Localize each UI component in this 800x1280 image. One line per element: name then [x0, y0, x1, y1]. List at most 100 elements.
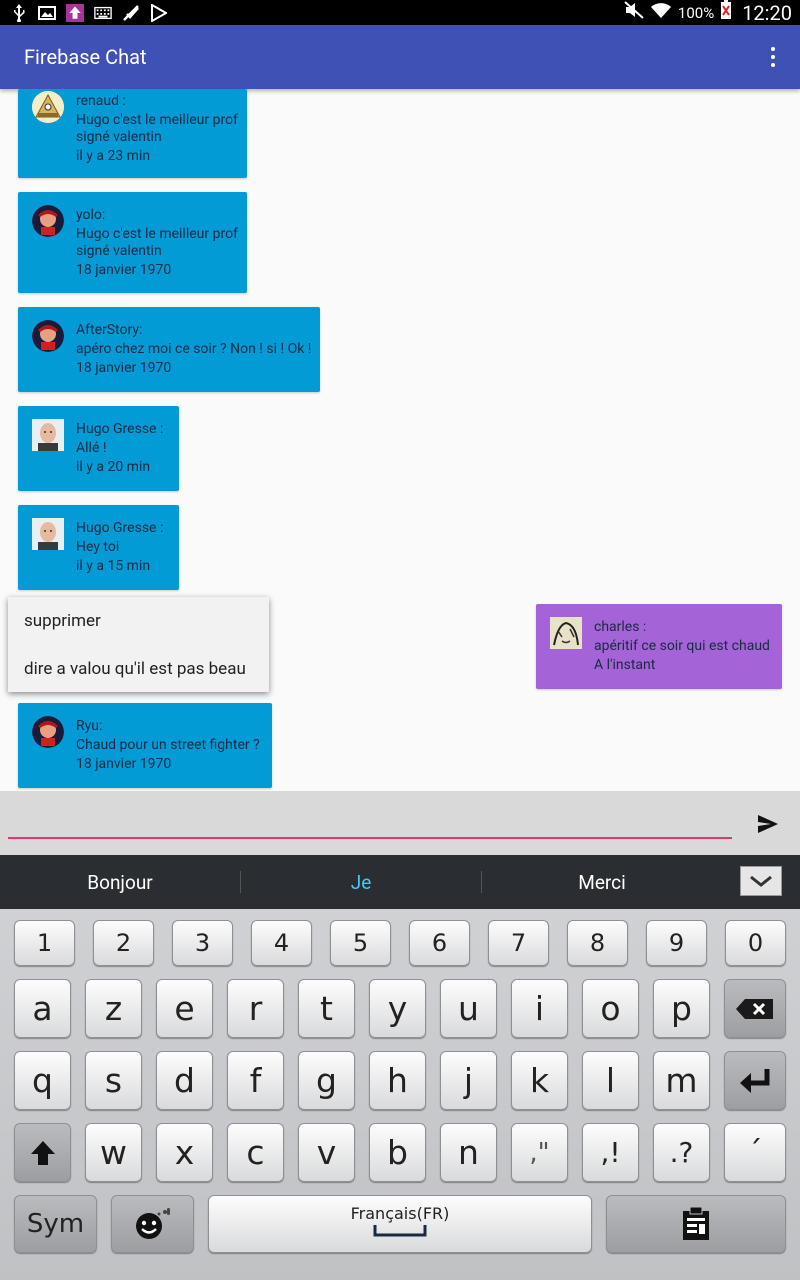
message-body: apéritif ce soir qui est chaud — [594, 638, 770, 654]
punct-key[interactable]: .? — [653, 1123, 710, 1182]
message-bubble-own[interactable]: charles : apéritif ce soir qui est chaud… — [536, 604, 782, 689]
key[interactable]: g — [298, 1051, 355, 1110]
key[interactable]: o — [582, 979, 639, 1038]
message-bubble[interactable]: Hugo Gresse : Hey toi il y a 15 min — [18, 505, 179, 590]
compose-bar — [0, 791, 800, 855]
message-body: apéro chez moi ce soir ? Non ! si ! Ok ! — [76, 341, 312, 357]
space-bar-icon — [373, 1224, 427, 1236]
avatar — [32, 320, 64, 352]
key[interactable]: 1 — [14, 920, 75, 966]
key[interactable]: l — [582, 1051, 639, 1110]
suggestion-2[interactable]: Je — [241, 871, 481, 894]
chevron-down-icon — [750, 875, 772, 887]
avatar — [32, 518, 64, 550]
message-body: Hugo c'est le meilleur prof — [76, 112, 238, 128]
key[interactable]: j — [440, 1051, 497, 1110]
key[interactable]: 6 — [409, 920, 470, 966]
key[interactable]: n — [440, 1123, 497, 1182]
smiley-icon — [135, 1208, 170, 1239]
message-bubble[interactable]: AfterStory: apéro chez moi ce soir ? Non… — [18, 307, 320, 392]
punct-key[interactable]: ," — [511, 1123, 568, 1182]
message-author: Hugo Gresse : — [76, 520, 164, 536]
message-body: Chaud pour un street fighter ? — [76, 737, 260, 753]
message-time: il y a 20 min — [76, 459, 151, 475]
message-bubble[interactable]: Ryu: Chaud pour un street fighter ? 18 j… — [18, 703, 272, 788]
key[interactable]: m — [653, 1051, 710, 1110]
message-bubble[interactable]: renaud : Hugo c'est le meilleur prof sig… — [18, 89, 247, 178]
accent-key[interactable]: ´ — [724, 1123, 786, 1182]
message-author: renaud : — [76, 93, 126, 109]
emoji-key[interactable] — [111, 1195, 194, 1253]
clipboard-key[interactable] — [606, 1195, 786, 1253]
key[interactable]: k — [511, 1051, 568, 1110]
message-bubble[interactable]: yolo: Hugo c'est le meilleur prof signé … — [18, 192, 247, 293]
key[interactable]: r — [227, 979, 284, 1038]
message-time: 18 janvier 1970 — [76, 360, 172, 376]
key[interactable]: b — [369, 1123, 426, 1182]
message-body: Hey toi — [76, 539, 120, 555]
sym-key[interactable]: Sym — [14, 1195, 97, 1253]
enter-key[interactable] — [724, 1051, 786, 1110]
context-menu: supprimer dire a valou qu'il est pas bea… — [8, 597, 269, 692]
keyboard: 1 2 3 4 5 6 7 8 9 0 a z e r t y u i o p … — [0, 909, 800, 1280]
message-input[interactable] — [8, 797, 732, 839]
menu-item-tell-valou[interactable]: dire a valou qu'il est pas beau — [24, 659, 246, 679]
key[interactable]: 4 — [251, 920, 312, 966]
enter-icon — [740, 1068, 770, 1093]
message-author: charles : — [594, 619, 647, 635]
key[interactable]: 2 — [93, 920, 154, 966]
send-icon[interactable] — [756, 812, 780, 836]
message-bubble[interactable]: Hugo Gresse : Allé ! il y a 20 min — [18, 406, 179, 491]
key[interactable]: 5 — [330, 920, 391, 966]
avatar — [32, 419, 64, 451]
key[interactable]: t — [298, 979, 355, 1038]
key[interactable]: c — [227, 1123, 284, 1182]
status-bar: 100% 12:20 — [0, 0, 800, 25]
message-body: Hugo c'est le meilleur prof — [76, 226, 238, 242]
battery-percent: 100% — [677, 3, 715, 22]
backspace-key[interactable] — [724, 979, 786, 1038]
app-bar: Firebase Chat — [0, 25, 800, 89]
message-author: Ryu: — [76, 718, 103, 734]
battery-icon — [720, 0, 732, 25]
punct-key[interactable]: ,! — [582, 1123, 639, 1182]
shift-arrow-icon — [30, 1140, 55, 1165]
key[interactable]: z — [85, 979, 142, 1038]
usb-icon — [10, 3, 28, 22]
space-key[interactable]: Français(FR) — [208, 1195, 592, 1253]
mute-icon — [624, 1, 644, 24]
avatar — [32, 91, 64, 123]
play-store-icon — [150, 3, 168, 22]
key[interactable]: w — [85, 1123, 142, 1182]
key[interactable]: q — [14, 1051, 71, 1110]
overflow-menu-icon[interactable] — [770, 47, 776, 67]
upload-app-icon — [66, 3, 84, 22]
key[interactable]: v — [298, 1123, 355, 1182]
key[interactable]: 9 — [646, 920, 707, 966]
message-body: signé valentin — [76, 129, 162, 145]
suggestion-1[interactable]: Bonjour — [0, 871, 240, 894]
message-time: il y a 23 min — [76, 148, 151, 164]
menu-item-delete[interactable]: supprimer — [24, 611, 101, 631]
message-body: signé valentin — [76, 243, 162, 259]
shift-key[interactable] — [14, 1123, 71, 1182]
key[interactable]: u — [440, 979, 497, 1038]
key[interactable]: 0 — [725, 920, 786, 966]
key[interactable]: x — [156, 1123, 213, 1182]
key[interactable]: e — [156, 979, 213, 1038]
message-time: A l'instant — [594, 657, 656, 673]
suggestion-3[interactable]: Merci — [482, 871, 722, 894]
key[interactable]: d — [156, 1051, 213, 1110]
message-time: 18 janvier 1970 — [76, 262, 172, 278]
key[interactable]: s — [85, 1051, 142, 1110]
collapse-keyboard-button[interactable] — [740, 866, 782, 896]
key[interactable]: 7 — [488, 920, 549, 966]
key[interactable]: f — [227, 1051, 284, 1110]
key[interactable]: i — [511, 979, 568, 1038]
key[interactable]: h — [369, 1051, 426, 1110]
key[interactable]: a — [14, 979, 71, 1038]
key[interactable]: 8 — [567, 920, 628, 966]
key[interactable]: 3 — [172, 920, 233, 966]
key[interactable]: y — [369, 979, 426, 1038]
key[interactable]: p — [653, 979, 710, 1038]
